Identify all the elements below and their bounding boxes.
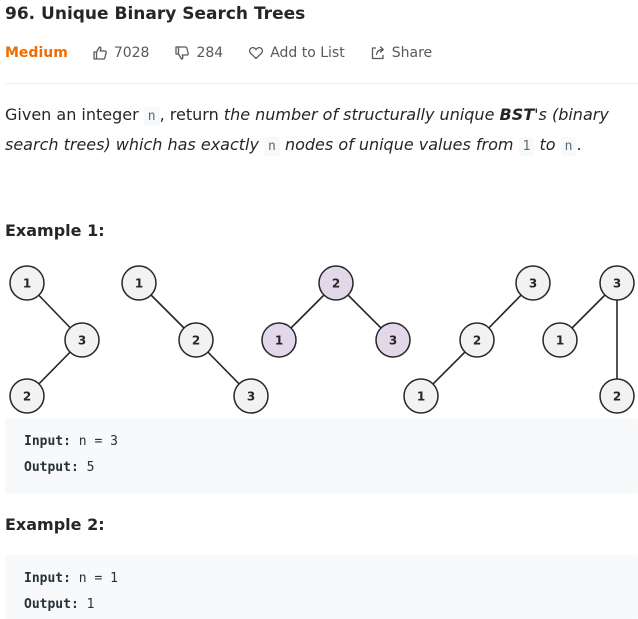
like-count: 7028 bbox=[113, 45, 150, 61]
problem-meta-bar: Medium 7028 284 Add to List Share bbox=[5, 43, 457, 63]
tree-node: 3 bbox=[375, 322, 411, 358]
tree-node-label: 1 bbox=[135, 277, 143, 291]
tree-node-label: 2 bbox=[613, 390, 621, 404]
example-2-input-line: Input: n = 1 bbox=[24, 571, 118, 586]
tree-node-label: 2 bbox=[332, 277, 340, 291]
inline-code: n bbox=[143, 107, 160, 126]
tree-node: 2 bbox=[318, 265, 354, 301]
tree-node: 1 bbox=[542, 322, 578, 358]
description-text: to bbox=[534, 135, 561, 154]
tree-node: 1 bbox=[261, 322, 297, 358]
inline-code: 1 bbox=[518, 137, 535, 156]
tree-node-label: 2 bbox=[23, 390, 31, 404]
input-value: n = 3 bbox=[70, 434, 118, 449]
problem-description: Given an integer n, return the number of… bbox=[5, 101, 635, 161]
tree-node-label: 3 bbox=[613, 277, 621, 291]
inline-code: n bbox=[560, 137, 577, 156]
output-label: Output: bbox=[24, 460, 79, 475]
tree-node-label: 1 bbox=[556, 334, 564, 348]
tree-node-label: 3 bbox=[529, 277, 537, 291]
share-icon bbox=[371, 46, 384, 60]
tree-node-label: 1 bbox=[417, 390, 425, 404]
tree-node: 3 bbox=[515, 265, 551, 301]
tree-node-label: 3 bbox=[389, 334, 397, 348]
difficulty-badge: Medium bbox=[5, 45, 68, 61]
tree-node-label: 2 bbox=[473, 334, 481, 348]
output-value: 1 bbox=[78, 597, 95, 612]
add-to-list-button[interactable]: Add to List bbox=[248, 45, 345, 61]
description-text: Given an integer bbox=[5, 105, 144, 124]
example-2-output-line: Output: 1 bbox=[24, 597, 94, 612]
heart-icon bbox=[249, 46, 264, 60]
tree-node: 1 bbox=[121, 265, 157, 301]
dislike-button[interactable]: 284 bbox=[174, 45, 223, 61]
tree-node: 2 bbox=[599, 378, 635, 414]
description-bold-bst: BST bbox=[499, 105, 535, 124]
share-button[interactable]: Share bbox=[370, 45, 432, 61]
output-value: 5 bbox=[78, 460, 95, 475]
example-1-input-line: Input: n = 3 bbox=[24, 434, 118, 449]
example-2-heading: Example 2: bbox=[5, 515, 105, 534]
add-to-list-label: Add to List bbox=[270, 45, 345, 61]
thumbs-up-icon bbox=[93, 46, 107, 60]
output-label: Output: bbox=[24, 597, 79, 612]
tree-node: 3 bbox=[233, 378, 269, 414]
tree-node: 2 bbox=[9, 378, 45, 414]
tree-node-label: 1 bbox=[275, 334, 283, 348]
bst-trees-diagram: 1 3 2 1 2 3 2 1 3 3 2 1 3 1 2 bbox=[9, 265, 635, 414]
share-label: Share bbox=[391, 45, 433, 61]
description-text: , return bbox=[159, 105, 224, 124]
tree-node-label: 3 bbox=[247, 390, 255, 404]
input-label: Input: bbox=[24, 434, 71, 449]
inline-code: n bbox=[264, 137, 280, 156]
problem-title: 96. Unique Binary Search Trees bbox=[5, 4, 306, 24]
tree-node-label: 1 bbox=[23, 277, 31, 291]
description-text: the number of structurally unique bbox=[223, 105, 500, 124]
tree-node: 1 bbox=[403, 378, 439, 414]
example-2-code-block: Input: n = 1 Output: 1 bbox=[5, 555, 638, 619]
example-1-output-line: Output: 5 bbox=[24, 460, 94, 475]
example-1-code-block: Input: n = 3 Output: 5 bbox=[5, 418, 638, 494]
input-label: Input: bbox=[24, 571, 71, 586]
like-button[interactable]: 7028 bbox=[92, 45, 150, 61]
dislike-count: 284 bbox=[196, 45, 224, 61]
tree-node: 1 bbox=[9, 265, 45, 301]
tree-node: 3 bbox=[599, 265, 635, 301]
description-text: . bbox=[576, 135, 582, 154]
example-1-heading: Example 1: bbox=[5, 221, 105, 240]
tree-node: 2 bbox=[178, 322, 214, 358]
tree-node: 3 bbox=[64, 322, 100, 358]
tree-node: 2 bbox=[459, 322, 495, 358]
tree-node-label: 3 bbox=[78, 334, 86, 348]
header-divider bbox=[5, 83, 638, 84]
thumbs-down-icon bbox=[175, 46, 190, 60]
description-text: nodes of unique values from bbox=[279, 135, 519, 154]
tree-node-label: 2 bbox=[192, 334, 200, 348]
input-value: n = 1 bbox=[70, 571, 118, 586]
